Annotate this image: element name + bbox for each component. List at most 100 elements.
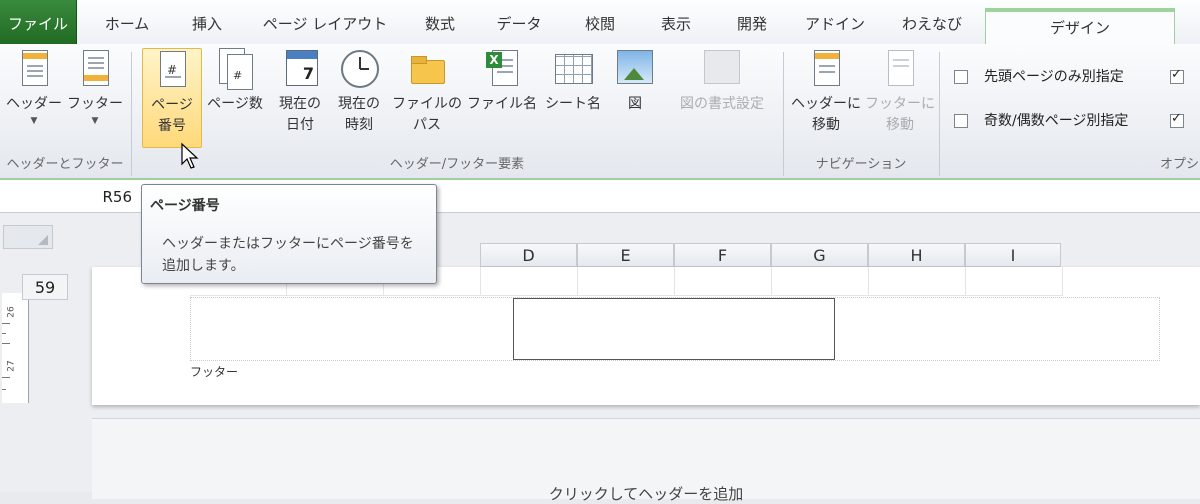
current-date-label-1: 現在の: [279, 96, 321, 112]
file-path-button[interactable]: ファイルの パス: [390, 48, 464, 136]
header-button[interactable]: ヘッダー ▼: [4, 48, 64, 127]
name-box[interactable]: R56: [0, 180, 140, 212]
file-name-button[interactable]: X ファイル名: [466, 48, 538, 115]
sheet-name-label: シート名: [545, 96, 601, 112]
column-header-i[interactable]: I: [965, 243, 1061, 267]
picture-icon: [617, 50, 653, 90]
tab-addins[interactable]: アドイン: [796, 0, 874, 44]
format-picture-label: 図の書式設定: [680, 96, 764, 112]
group-label-header-footer: ヘッダーとフッター: [6, 157, 124, 172]
footer-center-section[interactable]: [513, 298, 835, 360]
cell[interactable]: [675, 267, 772, 296]
goto-header-button[interactable]: ヘッダーに 移動: [790, 48, 862, 136]
page-number-button[interactable]: # ページ 番号: [142, 48, 202, 148]
group-navigation: ヘッダーに 移動 フッターに 移動 ナビゲーション: [784, 44, 938, 178]
current-time-label-1: 現在の: [338, 96, 380, 112]
page-count-button[interactable]: # ページ数: [202, 48, 268, 115]
picture-label: 図: [628, 96, 642, 112]
clock-icon: [341, 50, 379, 90]
cell[interactable]: [966, 267, 1063, 296]
cell[interactable]: [578, 267, 675, 296]
header-icon: [16, 50, 52, 90]
tab-insert[interactable]: 挿入: [172, 0, 242, 44]
print-page: フッター: [92, 267, 1200, 405]
sheet-grid-icon: [555, 50, 593, 90]
tab-formulas[interactable]: 数式: [410, 0, 470, 44]
current-date-button[interactable]: 7 現在の 日付: [272, 48, 328, 136]
tab-design[interactable]: デザイン: [985, 8, 1175, 46]
footer-button-label: フッター: [67, 96, 123, 112]
chevron-down-icon: ▼: [91, 116, 99, 126]
vertical-ruler: 26 27: [2, 293, 29, 403]
tab-view[interactable]: 表示: [646, 0, 706, 44]
tab-page-layout[interactable]: ページ レイアウト: [250, 0, 400, 44]
goto-footer-label-1: フッターに: [865, 96, 935, 112]
goto-header-icon: [808, 50, 844, 90]
tooltip-title: ページ番号: [150, 198, 220, 214]
group-label-hf-elements: ヘッダー/フッター要素: [389, 157, 525, 172]
chevron-down-icon: ▼: [30, 116, 38, 126]
odd-even-label: 奇数/偶数ページ別指定: [984, 113, 1129, 129]
tab-home[interactable]: ホーム: [92, 0, 162, 44]
column-header-g[interactable]: G: [771, 243, 868, 267]
goto-header-label-2: 移動: [812, 117, 840, 133]
page-number-label-2: 番号: [158, 118, 186, 134]
add-header-hint[interactable]: クリックしてヘッダーを追加: [92, 483, 1200, 504]
page-count-icon: #: [217, 48, 253, 90]
column-header-h[interactable]: H: [868, 243, 965, 267]
column-header-e[interactable]: E: [577, 243, 674, 267]
first-page-label: 先頭ページのみ別指定: [984, 69, 1124, 85]
footer-button[interactable]: フッター ▼: [64, 48, 126, 127]
tooltip: ページ番号 ヘッダーまたはフッターにページ番号を追加します。: [141, 184, 437, 284]
footer-label: フッター: [190, 365, 239, 379]
odd-even-checkbox[interactable]: [954, 114, 968, 128]
format-picture-button: 図の書式設定: [666, 48, 778, 115]
column-header-f[interactable]: F: [674, 243, 771, 267]
file-path-label-1: ファイルの: [392, 96, 462, 112]
format-picture-icon: [704, 50, 740, 90]
file-path-label-2: パス: [413, 117, 441, 133]
goto-footer-icon: [882, 50, 918, 90]
current-date-label-2: 日付: [286, 117, 314, 133]
calendar-icon: 7: [282, 50, 318, 90]
goto-footer-label-2: 移動: [886, 117, 914, 133]
group-hf-elements: # ページ 番号 # ページ数 7 現在の 日付 現在の 時刻 ファイルの パス…: [132, 44, 782, 178]
tooltip-description: ヘッダーまたはフッターにページ番号を追加します。: [162, 236, 414, 274]
group-label-options: オプシ: [1160, 157, 1200, 172]
page-number-label-1: ページ: [151, 97, 193, 113]
current-time-label-2: 時刻: [345, 117, 373, 133]
scale-with-document-checkbox[interactable]: [1170, 67, 1184, 84]
group-header-footer: ヘッダー ▼ フッター ▼ ヘッダーとフッター: [0, 44, 130, 178]
tab-review[interactable]: 校閲: [570, 0, 630, 44]
page-count-label: ページ数: [207, 96, 263, 112]
file-name-label: ファイル名: [467, 96, 537, 112]
tab-waenavi[interactable]: わえなび: [890, 0, 974, 44]
picture-button[interactable]: 図: [610, 48, 660, 115]
footer-icon: [77, 50, 113, 90]
current-time-button[interactable]: 現在の 時刻: [330, 48, 388, 136]
excel-file-icon: X: [484, 50, 520, 90]
column-header-d[interactable]: D: [480, 243, 577, 267]
tab-developer[interactable]: 開発: [722, 0, 782, 44]
tab-file[interactable]: ファイル: [0, 0, 77, 44]
group-label-navigation: ナビゲーション: [815, 157, 907, 172]
cell[interactable]: [481, 267, 578, 296]
select-all-button[interactable]: [3, 225, 53, 249]
folder-icon: [409, 50, 445, 90]
goto-footer-button: フッターに 移動: [864, 48, 936, 136]
cell[interactable]: [772, 267, 869, 296]
ribbon-tab-bar: ファイル ホーム 挿入 ページ レイアウト 数式 データ 校閲 表示 開発 アド…: [0, 0, 1200, 46]
goto-header-label-1: ヘッダーに: [791, 96, 861, 112]
ruler-label: 27: [6, 360, 17, 372]
mouse-cursor-icon: [181, 142, 199, 169]
row-header-59[interactable]: 59: [22, 274, 68, 300]
sheet-name-button[interactable]: シート名: [540, 48, 606, 115]
first-page-checkbox[interactable]: [954, 70, 968, 84]
tab-data[interactable]: データ: [486, 0, 552, 44]
align-margins-checkbox[interactable]: [1170, 111, 1184, 128]
next-print-page: クリックしてヘッダーを追加: [92, 418, 1200, 503]
cell[interactable]: [869, 267, 966, 296]
header-button-label: ヘッダー: [6, 96, 62, 112]
group-options: 先頭ページのみ別指定 奇数/偶数ページ別指定 オプシ: [940, 44, 1200, 178]
page-number-icon: #: [154, 51, 190, 91]
